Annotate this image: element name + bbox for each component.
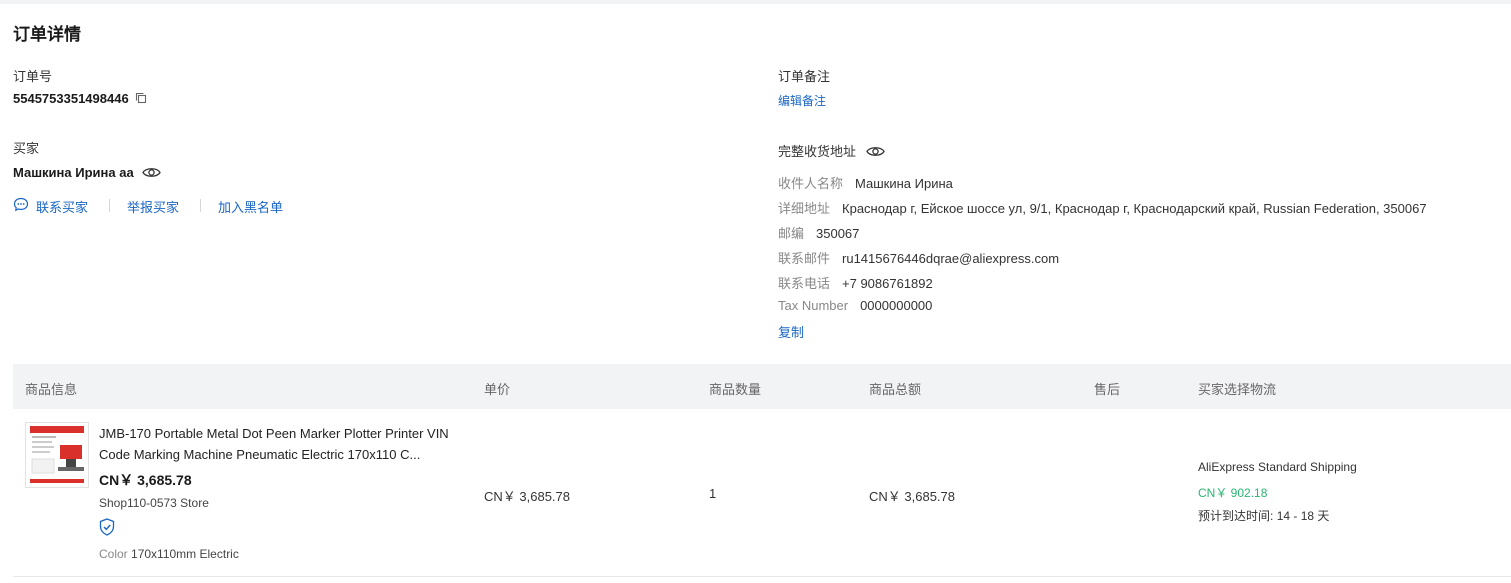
shipping-cost: CN￥ 902.18: [1198, 486, 1268, 500]
col-product-info: 商品信息: [25, 382, 78, 397]
order-number-row: 5545753351498446: [13, 91, 147, 107]
buyer-name-row: Машкина Ирина аа: [13, 165, 162, 182]
action-divider: [109, 199, 110, 212]
shield-check-icon: [99, 518, 115, 541]
address-field-zip: 邮编 350067: [778, 226, 860, 241]
delivery-estimate: 预计到达时间: 14 - 18 天: [1198, 507, 1329, 524]
order-number-label: 订单号: [13, 69, 53, 84]
product-title-link[interactable]: JMB-170 Portable Metal Dot Peen Marker P…: [99, 423, 459, 465]
eye-icon[interactable]: [865, 145, 885, 161]
col-total: 商品总额: [869, 382, 922, 397]
buyer-actions: [13, 197, 33, 213]
buyer-label: 买家: [13, 141, 40, 156]
address-title-row: 完整收货地址: [778, 141, 885, 161]
address-title: 完整收货地址: [778, 144, 857, 159]
sku-key: Color: [99, 547, 128, 561]
unit-price: CN￥ 3,685.78: [484, 489, 570, 504]
sku-attribute: Color 170x110mm Electric: [99, 547, 239, 561]
edit-note-link[interactable]: 编辑备注: [778, 92, 826, 109]
quantity: 1: [709, 486, 717, 501]
address-field-tax: Tax Number 0000000000: [778, 298, 933, 313]
row-divider: [13, 576, 1511, 577]
contact-buyer-link[interactable]: 联系买家: [36, 197, 88, 216]
address-field-email: 联系邮件 ru1415676446dqrae@aliexpress.com: [778, 251, 1060, 266]
buyer-name: Машкина Ирина аа: [13, 165, 134, 180]
page-title: 订单详情: [13, 25, 81, 44]
product-thumbnail[interactable]: [25, 422, 89, 488]
copy-address-link[interactable]: 复制: [778, 322, 804, 341]
col-quantity: 商品数量: [709, 382, 762, 397]
table-header: 商品信息 单价 商品数量 商品总额 售后 买家选择物流: [13, 364, 1511, 409]
order-note-label: 订单备注: [778, 69, 831, 84]
sku-value: 170x110mm Electric: [131, 547, 239, 561]
product-price: CN￥ 3,685.78: [99, 472, 192, 488]
store-name[interactable]: Shop110-0573 Store: [99, 496, 209, 510]
copy-icon[interactable]: [135, 92, 147, 107]
top-divider: [0, 0, 1511, 4]
address-field-detail: 详细地址 Краснодар г, Ейское шоссе ул, 9/1, К…: [778, 201, 1427, 216]
total-amount: CN￥ 3,685.78: [869, 489, 955, 504]
report-buyer-link[interactable]: 举报买家: [127, 197, 179, 216]
action-divider: [200, 199, 201, 212]
col-unit-price: 单价: [484, 382, 511, 397]
delivery-label: 预计到达时间:: [1198, 509, 1274, 523]
col-shipping: 买家选择物流: [1198, 382, 1277, 397]
blacklist-buyer-link[interactable]: 加入黑名单: [218, 197, 283, 216]
delivery-range: 14 - 18 天: [1276, 509, 1330, 523]
order-number: 5545753351498446: [13, 91, 129, 106]
address-field-phone: 联系电话 +7 9086761892: [778, 276, 933, 291]
chat-icon[interactable]: [13, 197, 29, 217]
shipping-method: AliExpress Standard Shipping: [1198, 460, 1357, 474]
address-field-recipient: 收件人名称 Машкина Ирина: [778, 176, 953, 191]
eye-icon[interactable]: [142, 166, 162, 182]
col-after-sale: 售后: [1094, 382, 1121, 397]
